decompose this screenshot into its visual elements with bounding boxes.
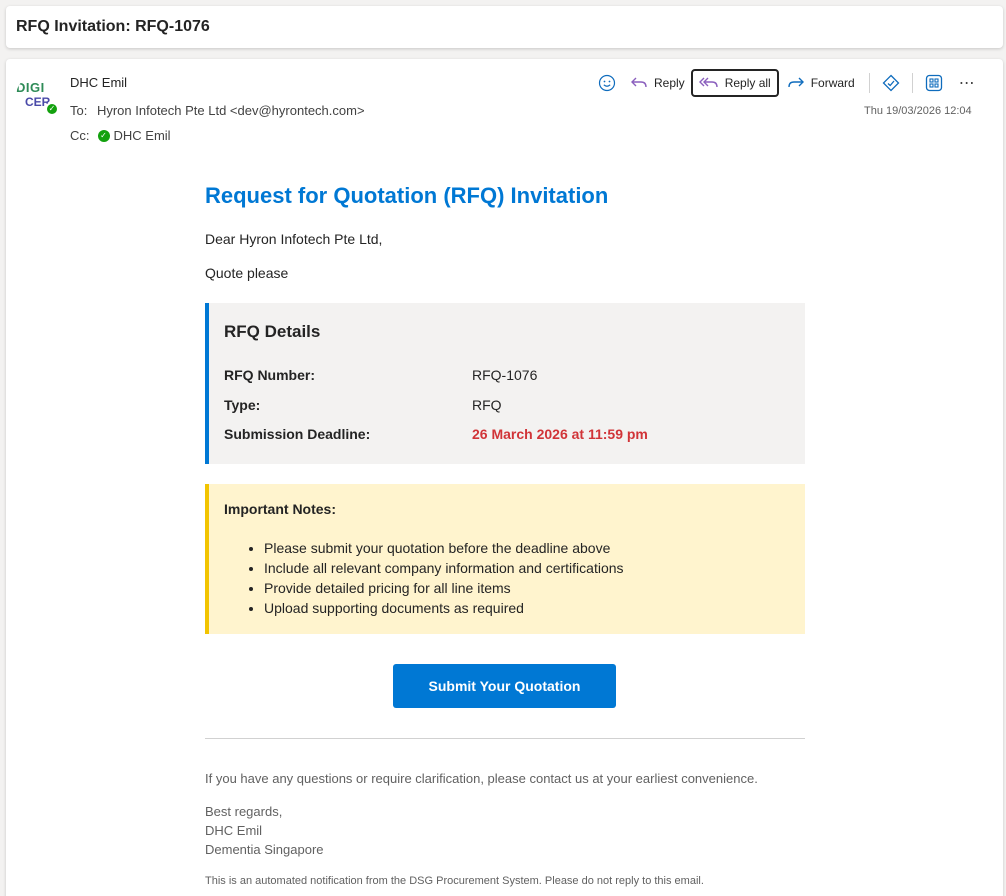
reply-label: Reply bbox=[654, 76, 685, 90]
smiley-icon bbox=[598, 74, 616, 92]
avatar-logo-text: DIGI bbox=[16, 80, 45, 95]
notes-list: Please submit your quotation before the … bbox=[264, 540, 624, 620]
intro-text: Quote please bbox=[205, 265, 289, 281]
detail-value: RFQ bbox=[472, 397, 502, 413]
reply-all-icon bbox=[698, 77, 718, 88]
forward-label: Forward bbox=[810, 76, 855, 90]
email-heading: Request for Quotation (RFQ) Invitation bbox=[205, 183, 609, 208]
reply-all-label: Reply all bbox=[724, 76, 771, 90]
list-item: Please submit your quotation before the … bbox=[264, 540, 624, 560]
reply-icon bbox=[631, 77, 647, 88]
more-actions-icon[interactable]: ⋯ bbox=[955, 73, 979, 93]
received-timestamp: Thu 19/03/2026 12:04 bbox=[864, 105, 972, 117]
viva-insights-icon[interactable] bbox=[878, 70, 904, 96]
message-toolbar: Reply Reply all Forward ⋯ bbox=[594, 69, 979, 97]
signoff-org: Dementia Singapore bbox=[205, 842, 324, 857]
subject-bar: RFQ Invitation: RFQ-1076 bbox=[6, 6, 1003, 48]
important-notes-box: Important Notes: Please submit your quot… bbox=[205, 484, 805, 634]
footer-question: If you have any questions or require cla… bbox=[205, 771, 758, 786]
signoff-name: DHC Emil bbox=[205, 823, 263, 838]
automated-note: This is an automated notification from t… bbox=[205, 875, 704, 887]
detail-label: Type: bbox=[224, 397, 261, 413]
detail-value: RFQ-1076 bbox=[472, 367, 538, 383]
detail-row-deadline: Submission Deadline: 26 March 2026 at 11:… bbox=[224, 426, 648, 442]
cc-presence-check-icon: ✓ bbox=[97, 129, 110, 142]
submit-quotation-button[interactable]: Submit Your Quotation bbox=[393, 664, 616, 708]
rfq-details-title: RFQ Details bbox=[224, 322, 321, 341]
apps-grid-icon[interactable] bbox=[921, 70, 947, 96]
mail-card: DIGI CER ✓ DHC Emil To: Hyron Infotech P… bbox=[6, 59, 1003, 896]
deadline-value: 26 March 2026 at 11:59 pm bbox=[472, 426, 648, 442]
detail-row-rfq-number: RFQ Number: RFQ-1076 bbox=[224, 367, 537, 383]
forward-icon bbox=[788, 77, 804, 88]
signoff-line: Best regards, bbox=[205, 804, 283, 819]
detail-row-type: Type: RFQ bbox=[224, 397, 502, 413]
forward-button[interactable]: Forward bbox=[781, 69, 861, 97]
cc-label: Cc: bbox=[70, 128, 90, 143]
emoji-reaction-icon[interactable] bbox=[594, 70, 620, 96]
email-subject: RFQ Invitation: RFQ-1076 bbox=[16, 18, 210, 35]
toolbar-divider-2 bbox=[911, 73, 913, 93]
to-recipient[interactable]: Hyron Infotech Pte Ltd <dev@hyrontech.co… bbox=[97, 103, 365, 118]
notes-title: Important Notes: bbox=[224, 501, 336, 517]
to-line: To: Hyron Infotech Pte Ltd <dev@hyrontec… bbox=[70, 103, 365, 118]
rfq-details-box: RFQ Details RFQ Number: RFQ-1076 Type: RFQ… bbox=[205, 303, 805, 464]
footer-divider bbox=[205, 738, 805, 739]
list-item: Upload supporting documents as required bbox=[264, 600, 624, 620]
list-item: Provide detailed pricing for all line it… bbox=[264, 580, 624, 600]
detail-label: Submission Deadline: bbox=[224, 426, 371, 442]
toolbar-divider bbox=[868, 73, 870, 93]
presence-check-icon: ✓ bbox=[45, 102, 59, 116]
sender-name[interactable]: DHC Emil bbox=[70, 75, 127, 90]
list-item: Include all relevant company information… bbox=[264, 560, 624, 580]
to-label: To: bbox=[70, 103, 88, 118]
cc-line: Cc: ✓ DHC Emil bbox=[70, 128, 171, 143]
greeting: Dear Hyron Infotech Pte Ltd, bbox=[205, 231, 383, 247]
reply-button[interactable]: Reply bbox=[624, 69, 691, 97]
reply-all-button[interactable]: Reply all bbox=[690, 69, 779, 97]
detail-label: RFQ Number: bbox=[224, 367, 315, 383]
cc-recipient[interactable]: DHC Emil bbox=[114, 128, 171, 143]
